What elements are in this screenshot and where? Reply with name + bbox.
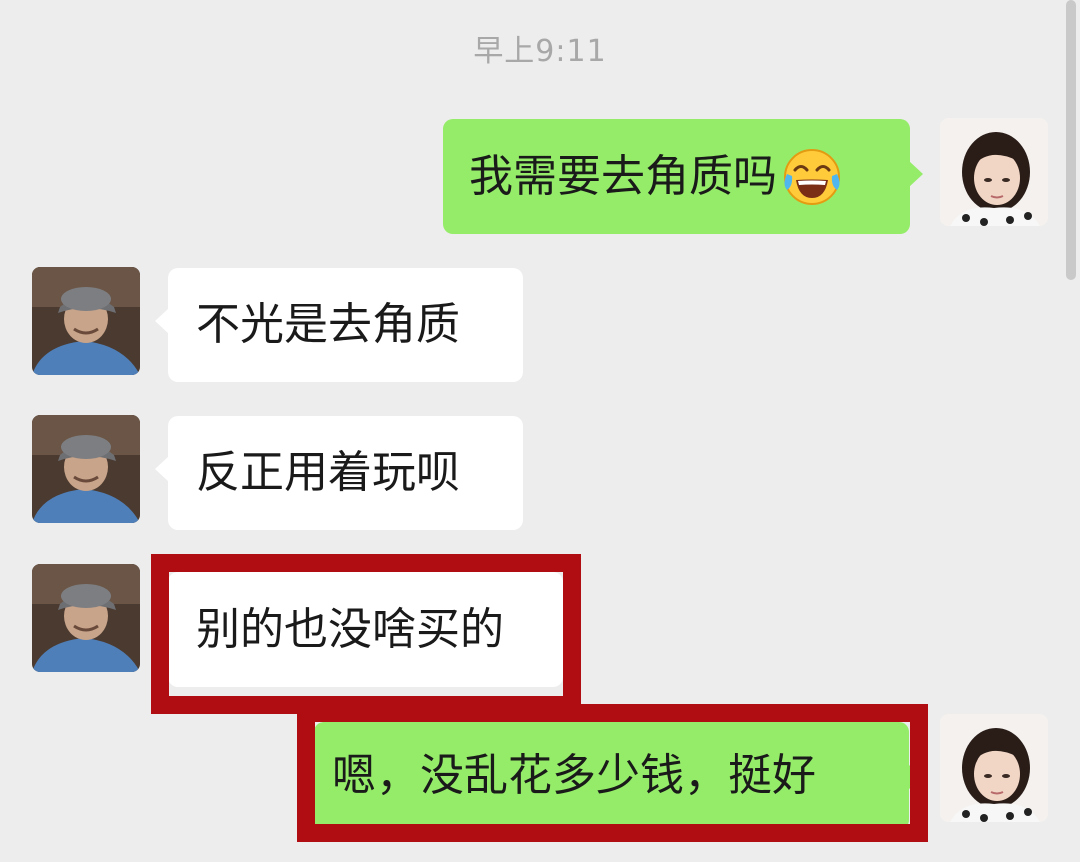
contact-avatar[interactable] <box>32 564 140 672</box>
message-bubble-self[interactable]: 嗯，没乱花多少钱，挺好 <box>314 722 922 830</box>
scrollbar[interactable] <box>1066 0 1076 280</box>
self-avatar[interactable] <box>940 118 1048 226</box>
self-avatar[interactable] <box>940 714 1048 822</box>
contact-avatar[interactable] <box>32 415 140 523</box>
message-bubble-contact[interactable]: 不光是去角质 <box>155 268 523 382</box>
tears-of-joy-emoji-icon <box>781 146 843 208</box>
message-bubble-self[interactable]: 我需要去角质吗 <box>443 119 923 234</box>
message-bubble-contact[interactable]: 反正用着玩呗 <box>155 416 523 530</box>
message-text: 反正用着玩呗 <box>196 447 460 498</box>
message-text: 嗯，没乱花多少钱，挺好 <box>332 750 816 801</box>
message-text: 不光是去角质 <box>196 299 460 350</box>
message-text: 别的也没啥买的 <box>196 603 504 655</box>
message-bubble-contact[interactable]: 别的也没啥买的 <box>155 572 563 687</box>
contact-avatar[interactable] <box>32 267 140 375</box>
message-text: 我需要去角质吗 <box>469 150 777 202</box>
message-timestamp: 早上9:11 <box>473 34 607 69</box>
